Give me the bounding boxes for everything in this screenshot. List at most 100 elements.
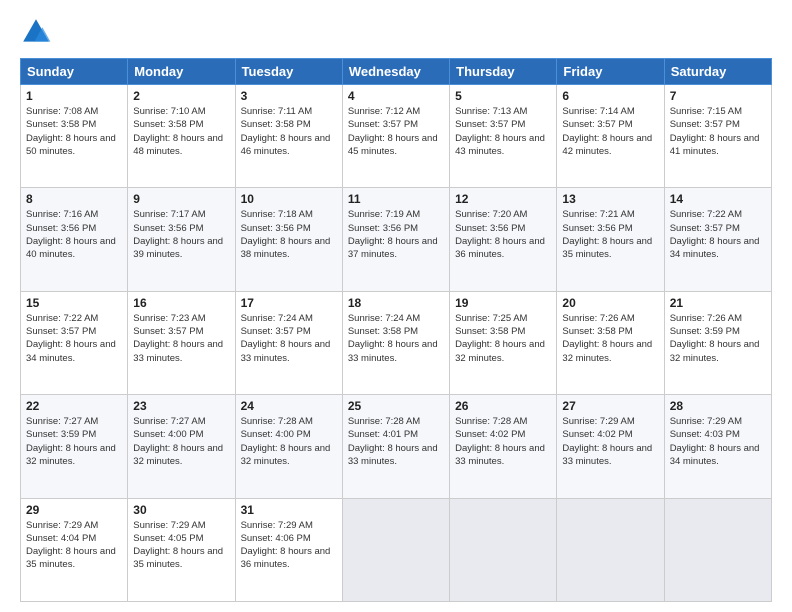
day-info: Sunrise: 7:18 AMSunset: 3:56 PMDaylight:… — [241, 208, 337, 261]
calendar-week-row: 29 Sunrise: 7:29 AMSunset: 4:04 PMDayligh… — [21, 498, 772, 601]
calendar-cell: 5 Sunrise: 7:13 AMSunset: 3:57 PMDaylight… — [450, 85, 557, 188]
calendar-cell: 23Sunrise: 7:27 AMSunset: 4:00 PMDayligh… — [128, 395, 235, 498]
day-number: 20 — [562, 296, 658, 310]
day-info: Sunrise: 7:29 AMSunset: 4:05 PMDaylight:… — [133, 519, 229, 572]
day-number: 12 — [455, 192, 551, 206]
calendar-week-row: 8Sunrise: 7:16 AMSunset: 3:56 PMDaylight… — [21, 188, 772, 291]
calendar-cell — [342, 498, 449, 601]
calendar-cell: 11Sunrise: 7:19 AMSunset: 3:56 PMDayligh… — [342, 188, 449, 291]
day-info: Sunrise: 7:29 AMSunset: 4:03 PMDaylight:… — [670, 415, 766, 468]
day-number: 5 — [455, 89, 551, 103]
day-info: Sunrise: 7:26 AMSunset: 3:59 PMDaylight:… — [670, 312, 766, 365]
day-number: 29 — [26, 503, 122, 517]
calendar-cell: 28 Sunrise: 7:29 AMSunset: 4:03 PMDayligh… — [664, 395, 771, 498]
calendar-cell: 10 Sunrise: 7:18 AMSunset: 3:56 PMDayligh… — [235, 188, 342, 291]
day-info: Sunrise: 7:08 AMSunset: 3:58 PMDaylight:… — [26, 105, 122, 158]
calendar-cell: 3 Sunrise: 7:11 AMSunset: 3:58 PMDaylight… — [235, 85, 342, 188]
calendar-cell — [664, 498, 771, 601]
calendar-cell — [450, 498, 557, 601]
calendar-cell — [557, 498, 664, 601]
day-info: Sunrise: 7:29 AMSunset: 4:02 PMDaylight:… — [562, 415, 658, 468]
day-info: Sunrise: 7:29 AMSunset: 4:04 PMDaylight:… — [26, 519, 122, 572]
day-info: Sunrise: 7:22 AMSunset: 3:57 PMDaylight:… — [670, 208, 766, 261]
day-info: Sunrise: 7:27 AMSunset: 3:59 PMDaylight:… — [26, 415, 122, 468]
day-number: 15 — [26, 296, 122, 310]
day-number: 6 — [562, 89, 658, 103]
day-info: Sunrise: 7:25 AMSunset: 3:58 PMDaylight:… — [455, 312, 551, 365]
calendar-cell: 7 Sunrise: 7:15 AMSunset: 3:57 PMDaylight… — [664, 85, 771, 188]
calendar-header-thursday: Thursday — [450, 59, 557, 85]
day-info: Sunrise: 7:10 AMSunset: 3:58 PMDaylight:… — [133, 105, 229, 158]
day-number: 2 — [133, 89, 229, 103]
calendar-cell: 21 Sunrise: 7:26 AMSunset: 3:59 PMDayligh… — [664, 291, 771, 394]
day-number: 14 — [670, 192, 766, 206]
day-number: 11 — [348, 192, 444, 206]
day-info: Sunrise: 7:28 AMSunset: 4:02 PMDaylight:… — [455, 415, 551, 468]
calendar-header-saturday: Saturday — [664, 59, 771, 85]
day-number: 3 — [241, 89, 337, 103]
calendar-cell: 16 Sunrise: 7:23 AMSunset: 3:57 PMDayligh… — [128, 291, 235, 394]
day-info: Sunrise: 7:17 AMSunset: 3:56 PMDaylight:… — [133, 208, 229, 261]
day-number: 27 — [562, 399, 658, 413]
day-number: 22 — [26, 399, 122, 413]
day-info: Sunrise: 7:23 AMSunset: 3:57 PMDaylight:… — [133, 312, 229, 365]
day-info: Sunrise: 7:22 AMSunset: 3:57 PMDaylight:… — [26, 312, 122, 365]
calendar-cell: 22 Sunrise: 7:27 AMSunset: 3:59 PMDayligh… — [21, 395, 128, 498]
calendar-cell: 15 Sunrise: 7:22 AMSunset: 3:57 PMDayligh… — [21, 291, 128, 394]
calendar-header-friday: Friday — [557, 59, 664, 85]
calendar-cell: 18Sunrise: 7:24 AMSunset: 3:58 PMDayligh… — [342, 291, 449, 394]
calendar-cell: 26 Sunrise: 7:28 AMSunset: 4:02 PMDayligh… — [450, 395, 557, 498]
calendar-cell: 24 Sunrise: 7:28 AMSunset: 4:00 PMDayligh… — [235, 395, 342, 498]
day-number: 9 — [133, 192, 229, 206]
day-info: Sunrise: 7:24 AMSunset: 3:57 PMDaylight:… — [241, 312, 337, 365]
day-number: 10 — [241, 192, 337, 206]
calendar-cell: 1Sunrise: 7:08 AMSunset: 3:58 PMDaylight… — [21, 85, 128, 188]
day-number: 21 — [670, 296, 766, 310]
calendar-cell: 27 Sunrise: 7:29 AMSunset: 4:02 PMDayligh… — [557, 395, 664, 498]
day-number: 16 — [133, 296, 229, 310]
day-number: 7 — [670, 89, 766, 103]
day-number: 25 — [348, 399, 444, 413]
header — [20, 16, 772, 48]
day-number: 30 — [133, 503, 229, 517]
calendar-header-wednesday: Wednesday — [342, 59, 449, 85]
calendar-week-row: 22 Sunrise: 7:27 AMSunset: 3:59 PMDayligh… — [21, 395, 772, 498]
calendar-header-tuesday: Tuesday — [235, 59, 342, 85]
day-info: Sunrise: 7:13 AMSunset: 3:57 PMDaylight:… — [455, 105, 551, 158]
day-number: 13 — [562, 192, 658, 206]
day-info: Sunrise: 7:27 AMSunset: 4:00 PMDaylight:… — [133, 415, 229, 468]
calendar-cell: 29 Sunrise: 7:29 AMSunset: 4:04 PMDayligh… — [21, 498, 128, 601]
calendar-cell: 8Sunrise: 7:16 AMSunset: 3:56 PMDaylight… — [21, 188, 128, 291]
day-number: 4 — [348, 89, 444, 103]
logo-icon — [20, 16, 52, 48]
day-info: Sunrise: 7:15 AMSunset: 3:57 PMDaylight:… — [670, 105, 766, 158]
day-number: 31 — [241, 503, 337, 517]
calendar-cell: 14 Sunrise: 7:22 AMSunset: 3:57 PMDayligh… — [664, 188, 771, 291]
day-number: 26 — [455, 399, 551, 413]
day-info: Sunrise: 7:11 AMSunset: 3:58 PMDaylight:… — [241, 105, 337, 158]
day-number: 28 — [670, 399, 766, 413]
calendar-week-row: 15 Sunrise: 7:22 AMSunset: 3:57 PMDayligh… — [21, 291, 772, 394]
calendar-header-row: SundayMondayTuesdayWednesdayThursdayFrid… — [21, 59, 772, 85]
calendar-cell: 31Sunrise: 7:29 AMSunset: 4:06 PMDayligh… — [235, 498, 342, 601]
calendar-cell: 12 Sunrise: 7:20 AMSunset: 3:56 PMDayligh… — [450, 188, 557, 291]
calendar-cell: 9 Sunrise: 7:17 AMSunset: 3:56 PMDaylight… — [128, 188, 235, 291]
calendar-cell: 2 Sunrise: 7:10 AMSunset: 3:58 PMDaylight… — [128, 85, 235, 188]
calendar-cell: 30 Sunrise: 7:29 AMSunset: 4:05 PMDayligh… — [128, 498, 235, 601]
day-info: Sunrise: 7:24 AMSunset: 3:58 PMDaylight:… — [348, 312, 444, 365]
day-number: 24 — [241, 399, 337, 413]
day-info: Sunrise: 7:26 AMSunset: 3:58 PMDaylight:… — [562, 312, 658, 365]
day-info: Sunrise: 7:20 AMSunset: 3:56 PMDaylight:… — [455, 208, 551, 261]
calendar-week-row: 1Sunrise: 7:08 AMSunset: 3:58 PMDaylight… — [21, 85, 772, 188]
calendar-table: SundayMondayTuesdayWednesdayThursdayFrid… — [20, 58, 772, 602]
day-info: Sunrise: 7:28 AMSunset: 4:00 PMDaylight:… — [241, 415, 337, 468]
day-info: Sunrise: 7:14 AMSunset: 3:57 PMDaylight:… — [562, 105, 658, 158]
calendar-header-monday: Monday — [128, 59, 235, 85]
day-info: Sunrise: 7:12 AMSunset: 3:57 PMDaylight:… — [348, 105, 444, 158]
calendar-cell: 20 Sunrise: 7:26 AMSunset: 3:58 PMDayligh… — [557, 291, 664, 394]
day-info: Sunrise: 7:16 AMSunset: 3:56 PMDaylight:… — [26, 208, 122, 261]
calendar-cell: 4 Sunrise: 7:12 AMSunset: 3:57 PMDaylight… — [342, 85, 449, 188]
day-number: 17 — [241, 296, 337, 310]
calendar-header-sunday: Sunday — [21, 59, 128, 85]
calendar-cell: 17 Sunrise: 7:24 AMSunset: 3:57 PMDayligh… — [235, 291, 342, 394]
